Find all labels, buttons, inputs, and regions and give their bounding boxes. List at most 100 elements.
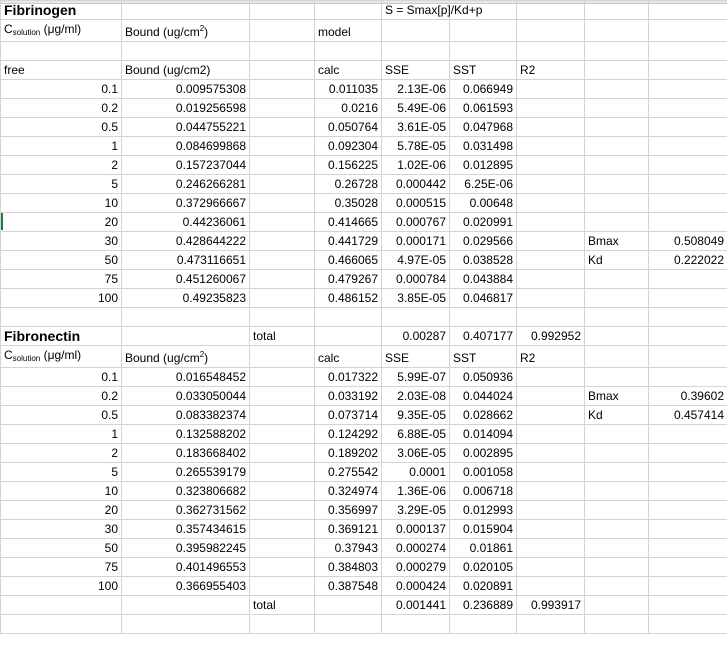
bound-value-cell[interactable]: 0.357434615 — [121, 519, 250, 539]
cell[interactable] — [249, 519, 315, 539]
cell[interactable] — [648, 576, 727, 596]
free-value-cell[interactable]: 100 — [0, 576, 122, 596]
sse-value-cell[interactable]: 3.61E-05 — [381, 117, 450, 137]
free-value-cell[interactable]: 10 — [0, 481, 122, 501]
cell[interactable] — [516, 443, 585, 463]
param-value-cell[interactable]: 0.222022 — [648, 250, 727, 270]
cell[interactable] — [381, 307, 450, 327]
bound-value-cell[interactable]: 0.401496553 — [121, 557, 250, 577]
sse-value-cell[interactable]: 3.06E-05 — [381, 443, 450, 463]
cell[interactable] — [249, 250, 315, 270]
cell[interactable] — [249, 500, 315, 520]
cell[interactable] — [648, 19, 727, 42]
free-value-cell[interactable]: 75 — [0, 557, 122, 577]
sst-value-cell[interactable]: 0.002895 — [449, 443, 517, 463]
calc-value-cell[interactable]: 0.011035 — [314, 79, 382, 99]
cell[interactable] — [648, 326, 727, 346]
sst-header[interactable]: SST — [449, 60, 517, 80]
sse-header[interactable]: SSE — [381, 345, 450, 368]
cell[interactable] — [516, 98, 585, 118]
cell[interactable] — [648, 367, 727, 387]
cell[interactable] — [584, 212, 649, 232]
sse-value-cell[interactable]: 0.000279 — [381, 557, 450, 577]
calc-value-cell[interactable]: 0.275542 — [314, 462, 382, 482]
bound-value-cell[interactable]: 0.473116651 — [121, 250, 250, 270]
sst-value-cell[interactable]: 0.001058 — [449, 462, 517, 482]
cell[interactable] — [648, 174, 727, 194]
cell[interactable] — [449, 307, 517, 327]
sst-value-cell[interactable]: 0.020105 — [449, 557, 517, 577]
sse-value-cell[interactable]: 2.03E-08 — [381, 386, 450, 406]
cell[interactable] — [249, 117, 315, 137]
r2-header[interactable]: R2 — [516, 345, 585, 368]
cell[interactable] — [648, 345, 727, 368]
total-sse[interactable]: 0.001441 — [381, 595, 450, 615]
cell[interactable] — [584, 345, 649, 368]
bound-value-cell[interactable]: 0.033050044 — [121, 386, 250, 406]
cell[interactable] — [381, 19, 450, 42]
cell[interactable] — [516, 231, 585, 251]
cell[interactable] — [249, 614, 315, 634]
cell[interactable] — [584, 576, 649, 596]
cell[interactable] — [584, 557, 649, 577]
cell[interactable] — [516, 576, 585, 596]
cell[interactable] — [584, 79, 649, 99]
cell[interactable] — [516, 538, 585, 558]
cell[interactable] — [648, 269, 727, 289]
calc-value-cell[interactable]: 0.050764 — [314, 117, 382, 137]
free-value-cell[interactable]: 20 — [0, 500, 122, 520]
bound-header[interactable]: Bound (ug/cm2) — [121, 19, 250, 42]
free-value-cell[interactable]: 5 — [0, 462, 122, 482]
sst-value-cell[interactable]: 0.061593 — [449, 98, 517, 118]
c-solution-header[interactable]: Csolution (μg/ml) — [0, 345, 122, 368]
cell[interactable] — [249, 136, 315, 156]
bound-value-cell[interactable]: 0.428644222 — [121, 231, 250, 251]
bound-value-cell[interactable]: 0.157237044 — [121, 155, 250, 175]
sse-value-cell[interactable]: 0.000784 — [381, 269, 450, 289]
cell[interactable] — [516, 386, 585, 406]
cell[interactable] — [516, 424, 585, 444]
cell[interactable] — [584, 117, 649, 137]
cell[interactable] — [516, 405, 585, 425]
cell[interactable] — [249, 19, 315, 42]
bound-value-cell[interactable]: 0.246266281 — [121, 174, 250, 194]
sst-value-cell[interactable]: 0.043884 — [449, 269, 517, 289]
bound-value-cell[interactable]: 0.084699868 — [121, 136, 250, 156]
calc-value-cell[interactable]: 0.26728 — [314, 174, 382, 194]
sst-value-cell[interactable]: 0.038528 — [449, 250, 517, 270]
cell[interactable] — [249, 79, 315, 99]
bound-value-cell[interactable]: 0.183668402 — [121, 443, 250, 463]
cell[interactable] — [314, 614, 382, 634]
sse-value-cell[interactable]: 6.88E-05 — [381, 424, 450, 444]
cell[interactable] — [381, 614, 450, 634]
cell[interactable] — [648, 443, 727, 463]
cell[interactable] — [584, 519, 649, 539]
calc-value-cell[interactable]: 0.189202 — [314, 443, 382, 463]
calc-value-cell[interactable]: 0.414665 — [314, 212, 382, 232]
cell[interactable] — [121, 595, 250, 615]
cell[interactable] — [249, 538, 315, 558]
cell[interactable] — [249, 462, 315, 482]
cell[interactable] — [648, 0, 727, 20]
free-value-cell[interactable]: 1 — [0, 424, 122, 444]
cell[interactable] — [648, 41, 727, 61]
sse-value-cell[interactable]: 9.35E-05 — [381, 405, 450, 425]
cell[interactable] — [648, 212, 727, 232]
free-value-cell[interactable]: 50 — [0, 538, 122, 558]
free-value-cell[interactable]: 0.2 — [0, 98, 122, 118]
cell[interactable] — [249, 443, 315, 463]
cell[interactable] — [516, 481, 585, 501]
cell[interactable] — [381, 41, 450, 61]
cell[interactable] — [648, 462, 727, 482]
cell[interactable] — [516, 500, 585, 520]
total-label[interactable]: total — [249, 326, 315, 346]
sse-value-cell[interactable]: 0.000274 — [381, 538, 450, 558]
cell[interactable] — [516, 0, 585, 20]
cell[interactable] — [249, 231, 315, 251]
sst-value-cell[interactable]: 0.044024 — [449, 386, 517, 406]
cell[interactable] — [584, 155, 649, 175]
cell[interactable] — [121, 41, 250, 61]
sse-value-cell[interactable]: 0.000137 — [381, 519, 450, 539]
cell[interactable] — [121, 326, 250, 346]
calc-value-cell[interactable]: 0.37943 — [314, 538, 382, 558]
